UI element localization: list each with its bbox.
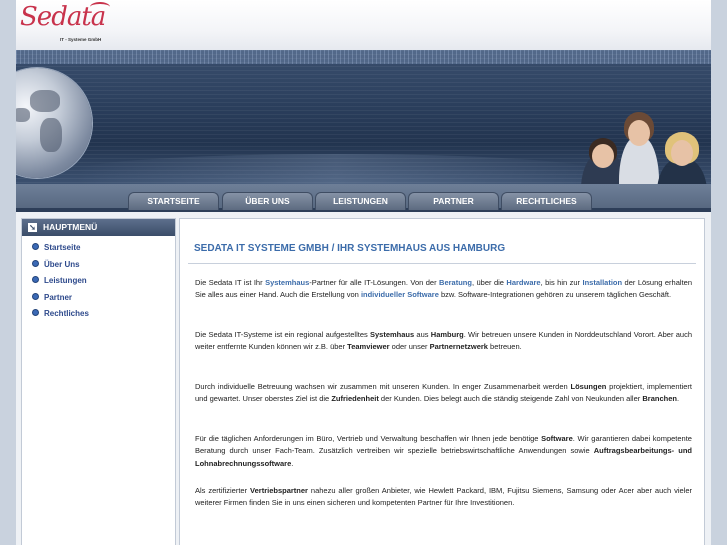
link-beratung[interactable]: Beratung [439, 278, 472, 287]
page-title: SEDATA IT SYSTEME GMBH / IHR SYSTEMHAUS … [194, 243, 506, 254]
paragraph-software: Für die täglichen Anforderungen im Büro,… [195, 434, 692, 468]
sidebar-menu: ➘ HAUPTMENÜ Startseite Über Uns Leistung… [21, 218, 176, 545]
logo-swirl-icon [90, 2, 110, 12]
sidebar-item-label: Partner [44, 293, 73, 302]
sedata-logo[interactable]: Sedata IT - Systeme GmbH [20, 2, 116, 46]
page-side-right [711, 0, 727, 545]
paragraph-intro: Die Sedata IT ist Ihr Systemhaus-Partner… [195, 278, 692, 300]
sidebar-item-partner[interactable]: Partner [32, 292, 72, 304]
menu-header: ➘ HAUPTMENÜ [22, 219, 175, 236]
sidebar-item-label: Rechtliches [44, 309, 89, 318]
page: Sedata IT - Systeme GmbH STARTSEITE ÜBER… [16, 0, 711, 545]
menu-title: HAUPTMENÜ [43, 222, 98, 232]
link-hardware[interactable]: Hardware [506, 278, 540, 287]
tab-partner[interactable]: PARTNER [408, 192, 499, 210]
sidebar-item-rechtliches[interactable]: Rechtliches [32, 308, 89, 320]
sidebar-item-label: Startseite [44, 243, 81, 252]
header-banner [16, 50, 711, 184]
paragraph-partner: Als zertifizierter Vertriebspartner nahe… [195, 486, 693, 508]
arrow-right-icon: ➘ [28, 223, 37, 232]
bullet-icon [32, 276, 39, 283]
tab-ueber-uns[interactable]: ÜBER UNS [222, 192, 313, 210]
bullet-icon [32, 260, 39, 267]
call-center-photo [571, 102, 711, 184]
sidebar-item-ueber-uns[interactable]: Über Uns [32, 259, 80, 271]
link-systemhaus[interactable]: Systemhaus [265, 278, 309, 287]
sidebar-item-leistungen[interactable]: Leistungen [32, 275, 87, 287]
tab-leistungen[interactable]: LEISTUNGEN [315, 192, 406, 210]
page-side-left [0, 0, 16, 545]
paragraph-region: Die Sedata IT-Systeme ist ein regional a… [195, 330, 692, 352]
link-individuelle-software[interactable]: individueller Software [361, 290, 439, 299]
bullet-icon [32, 309, 39, 316]
title-divider [188, 263, 696, 264]
sidebar-item-startseite[interactable]: Startseite [32, 242, 80, 254]
sidebar-item-label: Über Uns [44, 260, 80, 269]
tab-rechtliches[interactable]: RECHTLICHES [501, 192, 592, 210]
logo-subtitle: IT - Systeme GmbH [60, 37, 102, 42]
paragraph-betreuung: Durch individuelle Betreuung wachsen wir… [195, 382, 692, 404]
main-content: SEDATA IT SYSTEME GMBH / IHR SYSTEMHAUS … [179, 218, 705, 545]
bullet-icon [32, 243, 39, 250]
sidebar-item-label: Leistungen [44, 276, 87, 285]
banner-swoosh [76, 154, 596, 184]
header: Sedata IT - Systeme GmbH [16, 0, 711, 51]
bullet-icon [32, 293, 39, 300]
tab-startseite[interactable]: STARTSEITE [128, 192, 219, 210]
link-installation[interactable]: Installation [583, 278, 623, 287]
